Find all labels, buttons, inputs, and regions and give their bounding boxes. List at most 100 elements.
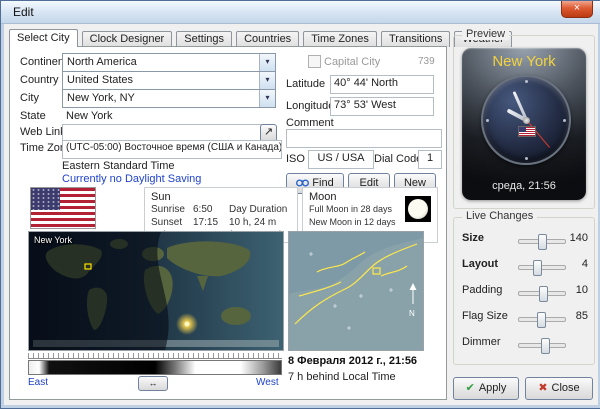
live-changes-group: Live Changes Size 140 Layout 4 Padding 1…: [453, 217, 595, 365]
sunrise-label: Sunrise: [151, 204, 185, 215]
window-title: Edit: [13, 5, 34, 19]
latitude-field[interactable]: 40° 44' North: [330, 75, 434, 94]
state-label: State: [20, 110, 46, 122]
longitude-label: Longitude: [286, 100, 334, 112]
check-icon: ✔: [466, 382, 475, 394]
slider-thumb[interactable]: [541, 338, 550, 354]
clock-flag-canton: [519, 127, 526, 132]
layout-label: Layout: [462, 258, 498, 270]
tab-settings[interactable]: Settings: [176, 31, 232, 47]
new-moon-text: New Moon in 12 days: [309, 217, 396, 227]
slider-row-layout: Layout 4: [454, 256, 594, 276]
city-tab-control: Select City Clock Designer Settings Coun…: [9, 29, 447, 400]
country-label: Country: [20, 74, 59, 86]
tab-select-city[interactable]: Select City: [9, 29, 78, 47]
east-label: East: [28, 377, 48, 388]
close-icon: ×: [574, 2, 580, 14]
select-city-page: Continent North America ▾ Country United…: [9, 46, 447, 400]
flag-size-value: 85: [558, 310, 588, 322]
tick-9: [486, 119, 489, 122]
tab-countries[interactable]: Countries: [236, 31, 299, 47]
comment-label: Comment: [286, 117, 334, 129]
country-flag: [30, 187, 96, 229]
flag-canton: [31, 188, 60, 210]
country-value: United States: [67, 74, 257, 86]
world-map[interactable]: New York: [28, 231, 284, 351]
north-label: N: [409, 309, 415, 318]
flag-size-label: Flag Size: [462, 310, 508, 322]
tab-transitions[interactable]: Transitions: [381, 31, 450, 47]
capital-city-label: Capital City: [324, 56, 380, 68]
iso-label: ISO: [286, 153, 305, 165]
slider-thumb[interactable]: [537, 312, 546, 328]
slider-row-size: Size 140: [454, 230, 594, 250]
clock-preview: New York среда, 21:56: [462, 48, 586, 200]
apply-button[interactable]: ✔ Apply: [453, 377, 519, 400]
longitude-field[interactable]: 73° 53' West: [330, 97, 434, 116]
clock-datetime-text: среда, 21:56: [462, 180, 586, 192]
size-value: 140: [558, 232, 588, 244]
longitude-ruler: [28, 353, 282, 359]
titlebar[interactable]: Edit ×: [1, 1, 600, 24]
tick-3: [563, 119, 566, 122]
tab-clock-designer[interactable]: Clock Designer: [82, 31, 173, 47]
dst-status-text: Currently no Daylight Saving: [62, 173, 201, 185]
full-moon-text: Full Moon in 28 days: [309, 204, 392, 214]
clock-city-name: New York: [462, 53, 586, 70]
capital-city-checkbox[interactable]: [308, 55, 321, 68]
dimmer-slider[interactable]: [518, 343, 566, 348]
slider-row-padding: Padding 10: [454, 282, 594, 302]
clock-face: [481, 75, 571, 165]
sun-panel-title: Sun: [151, 191, 171, 203]
day-night-strip[interactable]: [28, 360, 282, 375]
swap-arrows-icon: ↔: [149, 378, 158, 388]
day-duration-label: Day Duration: [229, 204, 287, 215]
country-select[interactable]: United States ▾: [62, 71, 276, 90]
latitude-label: Latitude: [286, 78, 325, 90]
city-value: New York, NY: [67, 92, 257, 104]
world-map-image: [29, 232, 283, 350]
clock-center-cap: [523, 117, 530, 124]
region-map[interactable]: N: [288, 231, 424, 351]
dial-code-label: Dial Code: [374, 153, 422, 165]
slider-thumb[interactable]: [539, 286, 548, 302]
slider-thumb[interactable]: [538, 234, 547, 250]
moon-panel-title: Moon: [309, 191, 337, 203]
continent-select[interactable]: North America ▾: [62, 53, 276, 72]
dimmer-label: Dimmer: [462, 336, 501, 348]
close-button-label: Close: [552, 382, 580, 394]
moon-disc: [408, 199, 428, 219]
comment-field[interactable]: [286, 129, 442, 148]
iso-field[interactable]: US / USA: [308, 150, 374, 169]
local-offset-text: 7 h behind Local Time: [288, 371, 396, 383]
size-label: Size: [462, 232, 484, 244]
timezone-field[interactable]: (UTC-05:00) Восточное время (США и Канад…: [62, 140, 282, 159]
open-link-icon: ↗: [264, 126, 273, 138]
continent-value: North America: [67, 56, 257, 68]
map-city-label: New York: [34, 235, 72, 245]
slider-thumb[interactable]: [533, 260, 542, 276]
layout-value: 4: [558, 258, 588, 270]
window-close-button[interactable]: ×: [561, 1, 593, 18]
close-button[interactable]: ✖Close: [525, 377, 593, 400]
tab-time-zones[interactable]: Time Zones: [303, 31, 377, 47]
dial-code-field[interactable]: 1: [418, 150, 442, 169]
chevron-down-icon[interactable]: ▾: [259, 72, 275, 89]
local-datetime-text: 8 Февраля 2012 г., 21:56: [288, 355, 417, 367]
tick-6: [525, 157, 528, 160]
swap-direction-button[interactable]: ↔: [138, 376, 168, 391]
region-map-image: N: [289, 232, 423, 350]
tick-12: [525, 80, 528, 83]
city-select[interactable]: New York, NY ▾: [62, 89, 276, 108]
live-changes-title: Live Changes: [462, 210, 537, 222]
city-label: City: [20, 92, 39, 104]
day-duration-value: 10 h, 24 m: [229, 217, 276, 228]
weblink-label: Web Link: [20, 126, 66, 138]
moon-phase-image: [405, 196, 431, 222]
slider-row-dimmer: Dimmer: [454, 334, 594, 354]
chevron-down-icon[interactable]: ▾: [259, 54, 275, 71]
apply-button-label: Apply: [479, 382, 507, 394]
timezone-name-text: Eastern Standard Time: [62, 160, 175, 172]
sunset-label: Sunset: [151, 217, 182, 228]
chevron-down-icon[interactable]: ▾: [259, 90, 275, 107]
